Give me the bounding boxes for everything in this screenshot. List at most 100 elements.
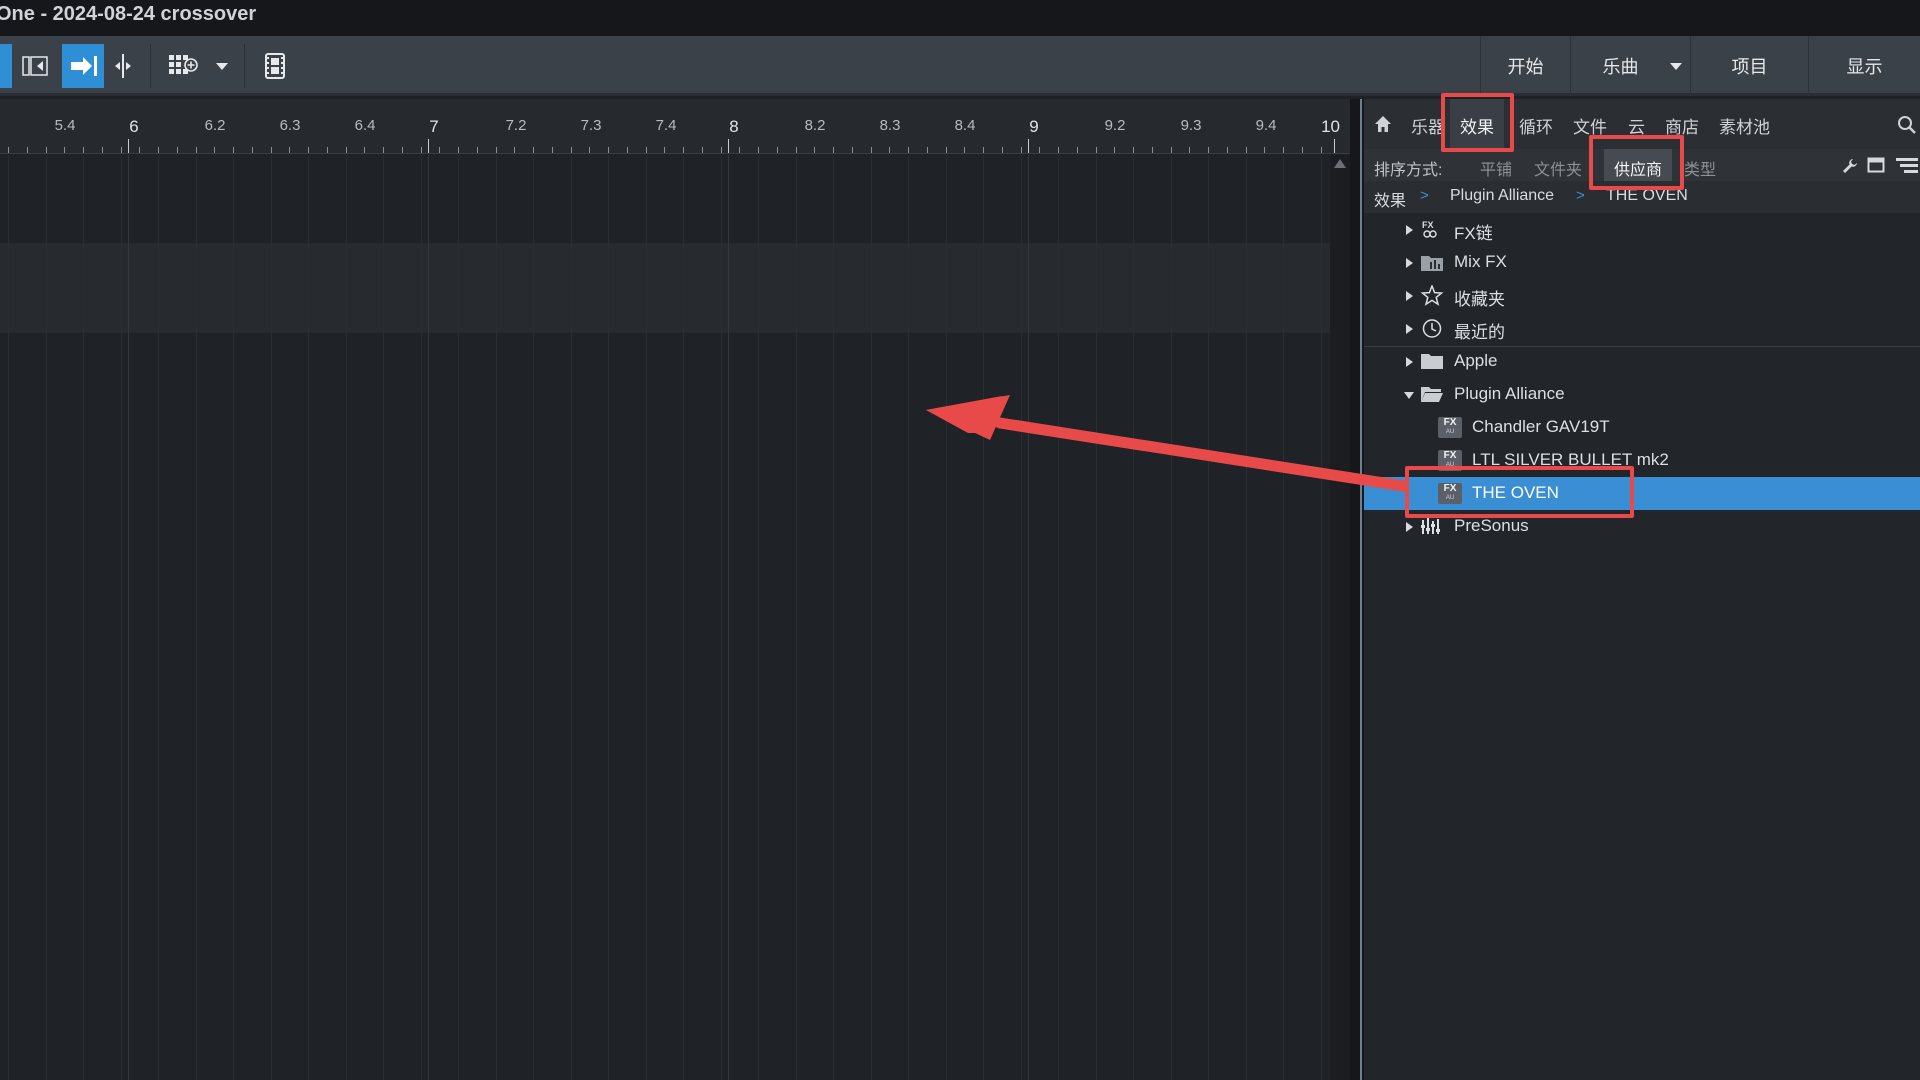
ruler-tick — [1114, 147, 1115, 153]
ruler-tick — [458, 147, 459, 153]
breadcrumb-vendor[interactable]: Plugin Alliance — [1450, 187, 1554, 205]
ruler-label: 8.3 — [879, 117, 901, 134]
grid-line — [1246, 155, 1247, 1080]
sort-folder[interactable]: 文件夹 — [1534, 156, 1582, 180]
sort-bar: 排序方式: 平铺 文件夹 供应商 类型 — [1364, 149, 1920, 181]
tree-item-recent[interactable]: 最近的 — [1364, 312, 1920, 345]
tree-item-favorites[interactable]: 收藏夹 — [1364, 279, 1920, 312]
grid-line — [271, 155, 272, 1080]
tab-instruments[interactable]: 乐器 — [1411, 113, 1445, 138]
ruler-label: 6.3 — [279, 117, 301, 134]
ruler-tick — [983, 147, 984, 153]
arrange-vertical-scrollbar[interactable] — [1330, 155, 1350, 1080]
expand-arrow-icon[interactable] — [1406, 522, 1413, 532]
fx-plugin-icon: FX AU — [1438, 417, 1462, 438]
grid-line — [496, 155, 497, 1080]
expand-arrow-icon[interactable] — [1406, 225, 1413, 235]
ruler-tick — [1246, 147, 1247, 153]
tab-loops[interactable]: 循环 — [1519, 113, 1553, 138]
tree-item-label: PreSonus — [1454, 516, 1529, 535]
grid-line — [608, 155, 609, 1080]
tab-pool[interactable]: 素材池 — [1719, 113, 1770, 138]
ruler-tick — [1133, 147, 1134, 153]
browser-panel: 乐器 效果 循环 文件 云 商店 素材池 排序方式: 平铺 文件夹 供应商 类型 — [1364, 99, 1920, 1080]
tree-item-apple[interactable]: Apple — [1364, 345, 1920, 378]
home-icon[interactable] — [1374, 115, 1392, 133]
tab-shop[interactable]: 商店 — [1665, 113, 1699, 138]
nav-song-button[interactable]: 乐曲 — [1570, 36, 1670, 96]
sort-vendor[interactable]: 供应商 — [1604, 149, 1673, 181]
scroll-up-icon[interactable] — [1334, 159, 1346, 168]
expand-arrow-icon[interactable] — [1406, 258, 1413, 268]
tool-button-edge[interactable] — [0, 44, 12, 88]
video-track-button[interactable] — [258, 44, 292, 88]
ruler-tick — [1321, 147, 1322, 153]
ruler-tick — [8, 147, 9, 153]
ruler-tick — [946, 147, 947, 153]
grid-line-major — [428, 155, 429, 1080]
grid-line — [646, 155, 647, 1080]
ruler-tick — [102, 147, 103, 153]
tab-effects[interactable]: 效果 — [1450, 99, 1504, 149]
track-lane[interactable] — [0, 243, 1330, 333]
nav-song-dropdown[interactable] — [1662, 36, 1690, 96]
expand-arrow-icon[interactable] — [1406, 357, 1413, 367]
grid-line — [83, 155, 84, 1080]
wrench-icon[interactable] — [1841, 157, 1859, 175]
grid-line — [983, 155, 984, 1080]
sort-type[interactable]: 类型 — [1684, 156, 1716, 180]
tree-item-plugin-alliance[interactable]: Plugin Alliance — [1364, 378, 1920, 411]
grid-snap-dropdown[interactable] — [212, 44, 232, 88]
ruler-label: 9.2 — [1104, 117, 1126, 134]
sort-flat[interactable]: 平铺 — [1480, 156, 1512, 180]
breadcrumb: 效果 > Plugin Alliance > THE OVEN — [1364, 181, 1920, 213]
tree-item-mix-fx[interactable]: Mix FX — [1364, 246, 1920, 279]
nav-show-button[interactable]: 显示 — [1808, 36, 1920, 96]
arrange-view-button[interactable] — [18, 44, 54, 88]
fx-plugin-icon: FX AU — [1438, 450, 1462, 471]
grid-line — [833, 155, 834, 1080]
ruler-tick — [1021, 147, 1022, 153]
grid-snap-button[interactable] — [164, 44, 204, 88]
collapse-arrow-icon[interactable] — [1404, 392, 1414, 399]
grid-line — [346, 155, 347, 1080]
arrange-grid[interactable] — [0, 155, 1330, 1080]
search-icon[interactable] — [1897, 115, 1917, 135]
grid-line — [1133, 155, 1134, 1080]
expand-arrow-icon[interactable] — [1406, 324, 1413, 334]
grid-line — [683, 155, 684, 1080]
ruler-tick — [1058, 147, 1059, 153]
ruler-tick — [627, 147, 628, 153]
ruler-tick — [571, 147, 572, 153]
split-tool-button[interactable] — [108, 44, 138, 88]
breadcrumb-plugin[interactable]: THE OVEN — [1606, 187, 1688, 205]
grid-line-major — [728, 155, 729, 1080]
panel-splitter[interactable] — [1350, 99, 1364, 1080]
tree-item-label: Plugin Alliance — [1454, 384, 1565, 403]
tree-item-fx-chains[interactable]: FX FX链 — [1364, 213, 1920, 246]
timeline-ruler[interactable]: 5.4 6 6.2 6.3 6.4 7 7.2 7.3 7.4 8 8.2 8.3 8.4 9 9.2 9.3… — [0, 99, 1350, 154]
tree-item-the-oven[interactable]: FX AU THE OVEN — [1364, 477, 1920, 510]
ruler-label: 8.2 — [804, 117, 826, 134]
expand-arrow-icon[interactable] — [1406, 291, 1413, 301]
grid-line-major — [128, 155, 129, 1080]
ruler-tick — [139, 147, 140, 153]
breadcrumb-root[interactable]: 效果 — [1374, 187, 1406, 211]
film-icon — [265, 53, 285, 79]
ruler-tick — [27, 147, 28, 153]
window-icon[interactable] — [1867, 157, 1885, 173]
ruler-tick — [908, 147, 909, 153]
nav-project-button[interactable]: 项目 — [1690, 36, 1808, 96]
tree-item-ltl-silver-bullet[interactable]: FX AU LTL SILVER BULLET mk2 — [1364, 444, 1920, 477]
ruler-label: 6.2 — [204, 117, 226, 134]
tab-files[interactable]: 文件 — [1573, 113, 1607, 138]
ruler-tick — [871, 147, 872, 153]
tree-item-presonus[interactable]: PreSonus — [1364, 510, 1920, 543]
tree-item-label: FX链 — [1454, 224, 1493, 243]
tree-item-chandler[interactable]: FX AU Chandler GAV19T — [1364, 411, 1920, 444]
grid-line — [1021, 155, 1022, 1080]
tab-cloud[interactable]: 云 — [1628, 113, 1645, 138]
filter-list-icon[interactable] — [1896, 157, 1918, 173]
nav-start-button[interactable]: 开始 — [1480, 36, 1570, 96]
snap-arrow-button[interactable] — [62, 44, 104, 88]
